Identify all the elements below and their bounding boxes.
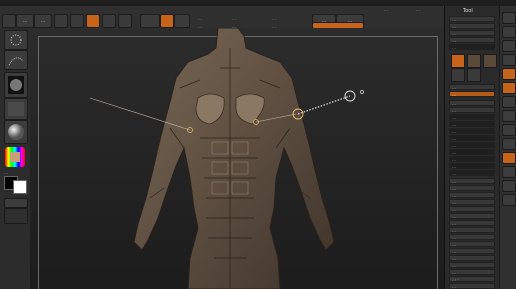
palette-row-16[interactable]: … <box>449 163 495 169</box>
palette-row-11[interactable]: … <box>449 128 495 134</box>
palette-row-22[interactable]: … <box>449 206 495 212</box>
side-button-5[interactable] <box>502 68 516 80</box>
palette-row-17[interactable]: … <box>449 170 495 176</box>
app-icon[interactable] <box>2 14 16 28</box>
stroke-slot[interactable] <box>4 50 28 70</box>
palette-row-27[interactable]: … <box>449 241 495 247</box>
transpose-line <box>297 95 351 115</box>
palette-row-3[interactable]: … <box>449 37 495 43</box>
move-mode-icon[interactable] <box>70 14 84 28</box>
color-wheel-icon <box>5 147 25 167</box>
active-points-label: … <box>232 16 236 21</box>
palette-row-33[interactable]: … <box>449 283 495 289</box>
zbrush-window: … … … … … … … … … … … … … Tool … … … … …… <box>0 0 516 289</box>
texture-icon <box>8 102 24 116</box>
palette-row-13[interactable]: … <box>449 142 495 148</box>
palette-row-19[interactable]: … <box>449 185 495 191</box>
texture-slot[interactable] <box>4 98 28 120</box>
side-button-14[interactable] <box>502 194 516 206</box>
side-button-3[interactable] <box>502 40 516 52</box>
palette-row-26[interactable]: … <box>449 234 495 240</box>
palette-row-2[interactable]: … <box>449 30 495 36</box>
draw-mode-icon[interactable] <box>54 14 68 28</box>
alpha-slot[interactable] <box>4 72 28 98</box>
color-label: … <box>4 170 8 175</box>
brush-slot[interactable] <box>4 30 28 50</box>
palette-row-28[interactable]: … <box>449 248 495 254</box>
color-picker[interactable] <box>4 146 26 168</box>
palette-row-23[interactable]: … <box>449 213 495 219</box>
side-button-6[interactable] <box>502 82 516 94</box>
palette-row-6[interactable]: … <box>449 91 495 97</box>
material-sphere-icon <box>8 124 24 140</box>
side-button-8[interactable] <box>502 110 516 122</box>
palette-row-9[interactable]: … <box>449 114 495 120</box>
dynamic-label: … <box>272 16 276 21</box>
left-palette: … <box>0 28 31 289</box>
mrgb-button[interactable] <box>140 14 160 28</box>
palette-row-24[interactable]: … <box>449 220 495 226</box>
shelf-button-1[interactable]: … <box>16 14 34 28</box>
palette-row-29[interactable]: … <box>449 255 495 261</box>
side-button-10[interactable] <box>502 138 516 150</box>
edit-mode-button[interactable] <box>86 14 100 28</box>
side-button-13[interactable] <box>502 180 516 192</box>
stroke-icon <box>8 57 24 66</box>
tool-thumb-3[interactable] <box>483 54 497 68</box>
palette-row-8[interactable]: … <box>449 107 495 113</box>
tool-thumb-5[interactable] <box>467 68 481 82</box>
palette-row-10[interactable]: … <box>449 121 495 127</box>
palette-row-1[interactable]: … <box>449 23 495 29</box>
tool-thumb-1[interactable] <box>451 54 465 68</box>
tool-thumb-4[interactable] <box>451 68 465 82</box>
palette-row-0[interactable]: … <box>449 16 495 22</box>
top-right-label-2: … <box>416 7 420 12</box>
palette-row-14[interactable]: … <box>449 149 495 155</box>
palette-row-18[interactable]: … <box>449 178 495 184</box>
top-shelf: … … … … … … … … … … … … … <box>0 6 516 33</box>
side-button-11[interactable] <box>502 152 516 164</box>
side-button-7[interactable] <box>502 96 516 108</box>
shelf-button-2[interactable]: … <box>34 14 52 28</box>
transpose-end-dot[interactable] <box>360 90 364 94</box>
palette-row-4[interactable]: … <box>449 44 495 50</box>
zsub-button[interactable] <box>174 14 190 28</box>
palette-row-20[interactable]: … <box>449 192 495 198</box>
material-slot[interactable] <box>4 120 28 144</box>
secondary-color-swatch[interactable] <box>13 180 27 194</box>
side-button-12[interactable] <box>502 166 516 178</box>
top-right-label-1: … <box>384 7 388 12</box>
focal-label: … <box>198 16 202 21</box>
side-button-9[interactable] <box>502 124 516 136</box>
palette-row-21[interactable]: … <box>449 199 495 205</box>
palette-row-15[interactable]: … <box>449 156 495 162</box>
tool-palette-title: Tool <box>463 8 473 14</box>
gradient-button[interactable] <box>4 208 28 224</box>
model-body <box>133 28 335 289</box>
side-button-2[interactable] <box>502 26 516 38</box>
watermark: … <box>452 274 459 282</box>
side-button-1[interactable] <box>502 12 516 24</box>
rotate-icon[interactable] <box>118 14 132 28</box>
sculpt-model[interactable] <box>30 28 444 289</box>
zadd-button[interactable] <box>160 14 174 28</box>
alpha-icon <box>8 76 24 94</box>
palette-row-30[interactable]: … <box>449 262 495 268</box>
palette-row-7[interactable]: … <box>449 100 495 106</box>
tool-thumb-2[interactable] <box>467 54 481 68</box>
right-shelf <box>499 6 516 289</box>
palette-row-12[interactable]: … <box>449 135 495 141</box>
palette-row-25[interactable]: … <box>449 227 495 233</box>
side-button-4[interactable] <box>502 54 516 66</box>
canvas-viewport[interactable] <box>30 28 444 289</box>
color-swatches[interactable] <box>4 176 27 194</box>
scale-icon[interactable] <box>102 14 116 28</box>
switch-color-button[interactable] <box>4 198 28 208</box>
brush-dots-icon <box>10 34 22 46</box>
right-tool-palette: Tool … … … … … … … … … … … … … … … … … …… <box>444 6 516 289</box>
palette-row-5[interactable]: … <box>449 84 495 90</box>
